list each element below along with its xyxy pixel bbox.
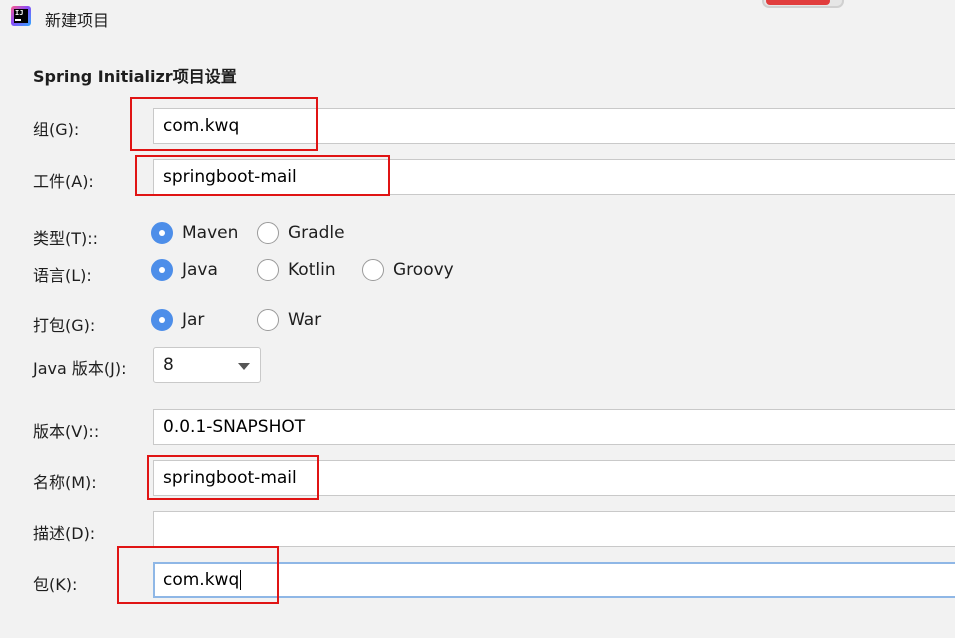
description-input[interactable] — [153, 511, 955, 547]
radio-selected-icon — [151, 309, 173, 331]
language-label: 语言(L): — [33, 266, 92, 285]
version-label: 版本(V):: — [33, 422, 100, 441]
packaging-radio-jar[interactable]: Jar — [151, 309, 204, 331]
type-option-maven: Maven — [182, 223, 239, 243]
language-option-java: Java — [182, 260, 218, 280]
group-label: 组(G): — [33, 120, 80, 139]
packaging-radio-war[interactable]: War — [257, 309, 321, 331]
version-input[interactable]: 0.0.1-SNAPSHOT — [153, 409, 955, 445]
intellij-app-icon: IJ — [11, 6, 31, 26]
window-control-widget[interactable] — [762, 0, 844, 8]
language-option-groovy: Groovy — [393, 260, 454, 280]
language-radio-java[interactable]: Java — [151, 259, 218, 281]
radio-unselected-icon — [362, 259, 384, 281]
text-caret — [240, 570, 242, 590]
group-input[interactable]: com.kwq — [153, 108, 955, 144]
type-option-gradle: Gradle — [288, 223, 345, 243]
radio-unselected-icon — [257, 309, 279, 331]
language-option-kotlin: Kotlin — [288, 260, 336, 280]
packaging-option-jar: Jar — [182, 310, 205, 330]
chevron-down-icon — [238, 363, 250, 370]
name-input[interactable]: springboot-mail — [153, 460, 955, 496]
package-input[interactable]: com.kwq — [153, 562, 955, 598]
java-version-label: Java 版本(J): — [33, 359, 127, 378]
java-version-value: 8 — [163, 355, 174, 375]
title-bar: IJ 新建项目 — [0, 0, 955, 34]
type-radio-maven[interactable]: Maven — [151, 222, 238, 244]
packaging-label: 打包(G): — [33, 316, 96, 335]
artifact-label: 工件(A): — [33, 172, 94, 191]
radio-unselected-icon — [257, 222, 279, 244]
window-title: 新建项目 — [45, 11, 110, 30]
radio-selected-icon — [151, 222, 173, 244]
name-label: 名称(M): — [33, 473, 97, 492]
artifact-input[interactable]: springboot-mail — [153, 159, 955, 195]
packaging-option-war: War — [288, 310, 322, 330]
language-radio-groovy[interactable]: Groovy — [362, 259, 454, 281]
radio-unselected-icon — [257, 259, 279, 281]
language-radio-kotlin[interactable]: Kotlin — [257, 259, 336, 281]
type-label: 类型(T):: — [33, 229, 99, 248]
radio-selected-icon — [151, 259, 173, 281]
package-label: 包(K): — [33, 575, 78, 594]
section-title: Spring Initializr项目设置 — [33, 67, 237, 86]
description-label: 描述(D): — [33, 524, 96, 543]
package-input-text: com.kwq — [163, 570, 240, 590]
java-version-select[interactable]: 8 — [153, 347, 261, 383]
type-radio-gradle[interactable]: Gradle — [257, 222, 345, 244]
